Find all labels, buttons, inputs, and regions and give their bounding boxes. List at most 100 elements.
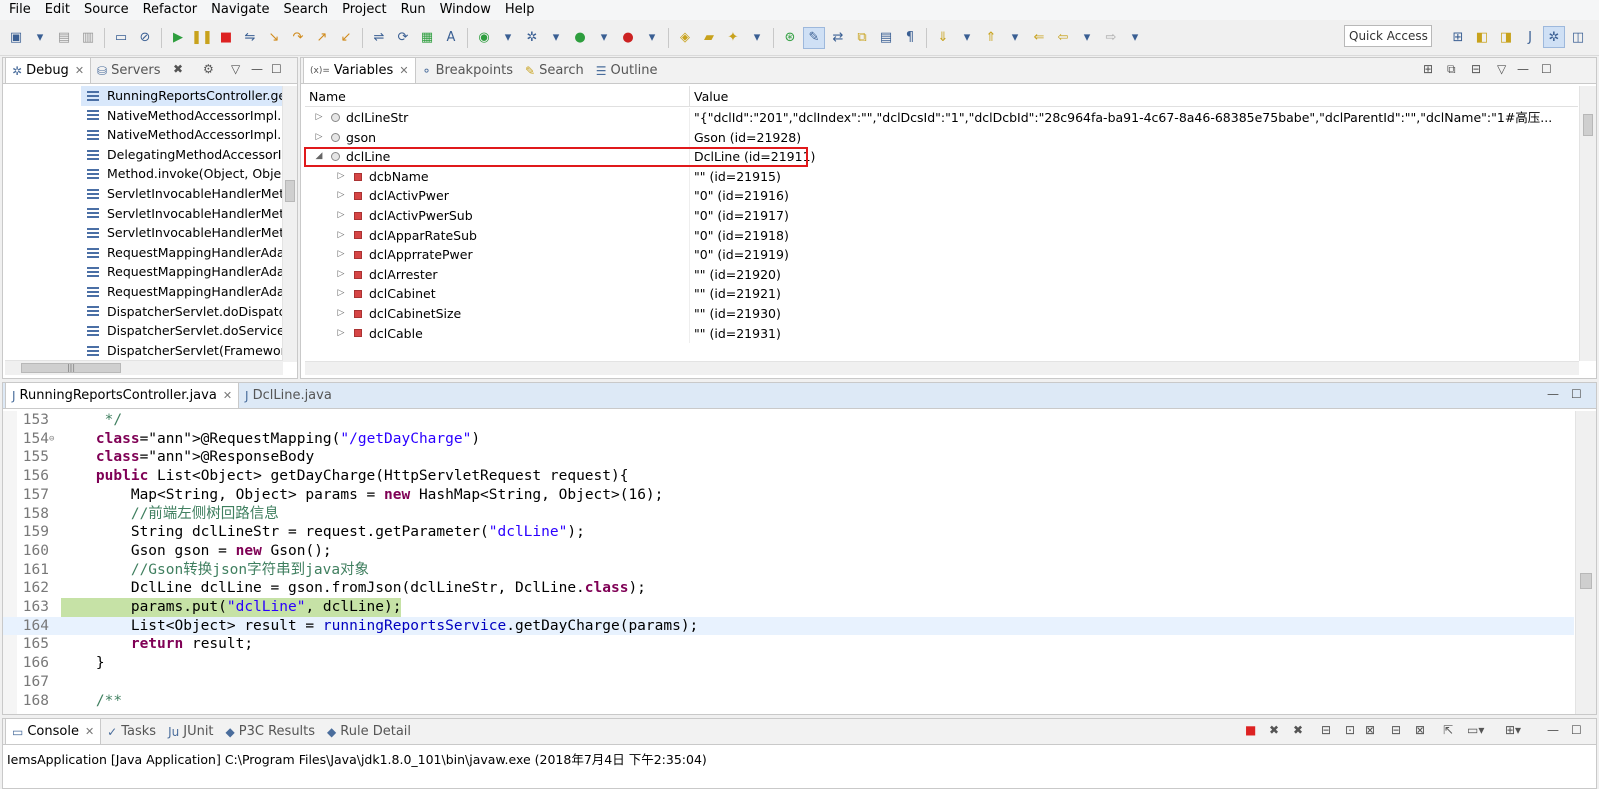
magic-icon[interactable]: ✦ (722, 27, 744, 49)
display-console-icon[interactable]: ▭▾ (1467, 723, 1484, 737)
scroll-thumb[interactable] (1583, 114, 1593, 136)
variable-row[interactable]: ▷ dcbName "" (id=21915) (305, 166, 1578, 187)
tab-console[interactable]: ▭ Console ✕ (5, 718, 102, 744)
stack-frame[interactable]: NativeMethodAccessorImpl.invoke (81, 125, 286, 145)
git-perspective-icon[interactable]: ◫ (1567, 26, 1589, 48)
prev-annotation-icon[interactable]: ⇑ (980, 27, 1002, 49)
dropdown-icon[interactable]: ▾ (545, 27, 567, 49)
skip-breakpoints-icon[interactable]: ⊘ (134, 27, 156, 49)
dropdown-icon[interactable]: ▾ (641, 27, 663, 49)
maximize-icon[interactable]: ☐ (271, 62, 282, 76)
save-all-icon[interactable]: ▥ (77, 27, 99, 49)
dropdown-icon[interactable]: ▾ (956, 27, 978, 49)
stack-frame[interactable]: ServletInvocableHandlerMethod (81, 204, 286, 224)
variable-row[interactable]: ▷ dclActivPwerSub "0" (id=21917) (305, 206, 1578, 226)
terminal-icon[interactable]: ▭ (110, 27, 132, 49)
terminate-icon[interactable]: ■ (215, 27, 237, 49)
scroll-thumb[interactable] (285, 180, 295, 202)
new-server-icon[interactable]: ◉ (473, 27, 495, 49)
dropdown-icon[interactable]: ▾ (593, 27, 615, 49)
maximize-icon[interactable]: ☐ (1571, 387, 1582, 401)
stack-frame[interactable]: ServletInvocableHandlerMethod (81, 223, 286, 243)
code-line[interactable]: 161 //Gson转换json字符串到java对象 (3, 561, 1574, 580)
open-perspective-icon[interactable]: ⊞ (1447, 26, 1469, 48)
expand-arrow-icon[interactable]: ▷ (335, 226, 347, 246)
collapse-all-icon[interactable]: ⊟ (1471, 62, 1481, 76)
remove-terminated-icon[interactable]: ✖ (173, 62, 183, 76)
menu-help[interactable]: Help (498, 0, 542, 20)
minimize-icon[interactable]: — (1517, 62, 1529, 76)
new-icon[interactable]: ▣ (5, 27, 27, 49)
variable-row[interactable]: ▷ dclCable "" (id=21931) (305, 323, 1578, 344)
svn-perspective-icon[interactable]: ◨ (1495, 26, 1517, 48)
clear-console-icon[interactable]: ⊟ (1321, 723, 1331, 737)
toggle-breakpoint-icon[interactable]: ⊛ (779, 27, 801, 49)
variable-row[interactable]: ▷ dclLineStr "{"dclId":"201","dclIndex":""… (305, 108, 1578, 128)
menu-refactor[interactable]: Refactor (136, 0, 205, 20)
show-logical-structure-icon[interactable]: ⧉ (1447, 62, 1456, 77)
code-line[interactable]: 162 DclLine dclLine = gson.fromJson(dclL… (3, 579, 1574, 598)
pin-console-icon[interactable]: ⇱ (1443, 723, 1453, 737)
minimize-icon[interactable]: — (1547, 387, 1559, 401)
variable-row[interactable]: ▷ dclActivPwer "0" (id=21916) (305, 186, 1578, 206)
type-icon[interactable]: A (440, 27, 462, 49)
column-name[interactable]: Name (305, 86, 690, 106)
dropdown-icon[interactable]: ▾ (1124, 27, 1146, 49)
resume-icon[interactable]: ▶ (167, 27, 189, 49)
menu-run[interactable]: Run (394, 0, 433, 20)
back-icon[interactable]: ⇦ (1052, 27, 1074, 49)
code-line[interactable]: 167 (3, 673, 1574, 692)
open-folder-icon[interactable]: ▰ (698, 27, 720, 49)
code-line[interactable]: 158 //前端左侧树回路信息 (3, 505, 1574, 524)
java-perspective-icon[interactable]: J (1519, 26, 1541, 48)
expand-arrow-icon[interactable]: ▷ (335, 284, 347, 304)
mark-occurrences-icon[interactable]: ✎ (803, 26, 825, 49)
chart-icon[interactable]: ▦ (416, 27, 438, 49)
expand-arrow-icon[interactable]: ▷ (335, 245, 347, 265)
outline-icon[interactable]: ▤ (875, 27, 897, 49)
variable-row[interactable]: ▷ dclCabinet "" (id=21921) (305, 284, 1578, 304)
stack-frame[interactable]: DelegatingMethodAccessorImpl.invoke (81, 145, 286, 165)
minimize-icon[interactable]: — (1547, 723, 1559, 737)
new-package-icon[interactable]: ◈ (674, 27, 696, 49)
forward-icon[interactable]: ⇨ (1100, 27, 1122, 49)
code-line[interactable]: 165 return result; (3, 635, 1574, 654)
code-line[interactable]: 163 params.put("dclLine", dclLine); (3, 598, 1574, 617)
refresh-icon[interactable]: ⟳ (392, 27, 414, 49)
use-step-filters-icon[interactable]: ⇌ (368, 27, 390, 49)
minimize-icon[interactable]: — (251, 62, 263, 76)
collapse-icon[interactable]: ⚙ (203, 62, 214, 76)
disconnect-icon[interactable]: ⇋ (239, 27, 261, 49)
stack-frame[interactable]: RunningReportsController.getDayCharge (81, 86, 286, 106)
tab-debug[interactable]: ✲ Debug ✕ (5, 57, 92, 83)
show-on-error-icon[interactable]: ⊠ (1415, 723, 1425, 737)
open-type-icon[interactable]: ⇄ (827, 27, 849, 49)
terminate-icon[interactable]: ■ (1245, 723, 1256, 737)
code-line[interactable]: 157 Map<String, Object> params = new Has… (3, 486, 1574, 505)
tab-outline[interactable]: ☰ Outline (590, 58, 664, 83)
step-return-icon[interactable]: ↗ (311, 27, 333, 49)
suspend-icon[interactable]: ❚❚ (191, 27, 213, 49)
expand-arrow-icon[interactable]: ▷ (335, 324, 347, 344)
code-line[interactable]: 168 /** (3, 692, 1574, 711)
expand-arrow-icon[interactable]: ▷ (335, 265, 347, 285)
close-icon[interactable]: ✕ (85, 725, 94, 738)
tab-rule-detail[interactable]: ◆ Rule Detail (321, 719, 417, 744)
close-icon[interactable]: ✕ (75, 64, 84, 77)
variable-row[interactable]: ▷ dclApprratePwer "0" (id=21919) (305, 245, 1578, 265)
code-line[interactable]: 160 Gson gson = new Gson(); (3, 542, 1574, 561)
dropdown-icon[interactable]: ▾ (746, 27, 768, 49)
stack-vertical-scrollbar[interactable] (282, 86, 297, 362)
variable-row[interactable]: ▷ dclCabinetSize "" (id=21930) (305, 304, 1578, 324)
variable-row[interactable]: ▷ dclApparRateSub "0" (id=21918) (305, 225, 1578, 246)
view-menu-icon[interactable]: ▽ (231, 62, 240, 76)
expand-arrow-icon[interactable]: ▷ (335, 167, 347, 187)
code-line[interactable]: 154 ⊖ class="ann">@RequestMapping("/getDa… (3, 430, 1574, 449)
tab-breakpoints[interactable]: ⚬ Breakpoints (416, 58, 519, 83)
menu-navigate[interactable]: Navigate (204, 0, 276, 20)
next-annotation-icon[interactable]: ⇓ (932, 27, 954, 49)
step-over-icon[interactable]: ↷ (287, 27, 309, 49)
stack-frame[interactable]: NativeMethodAccessorImpl.invoke0 (81, 106, 286, 126)
dropdown-icon[interactable]: ▾ (1076, 27, 1098, 49)
code-line[interactable]: 153 */ (3, 411, 1574, 430)
